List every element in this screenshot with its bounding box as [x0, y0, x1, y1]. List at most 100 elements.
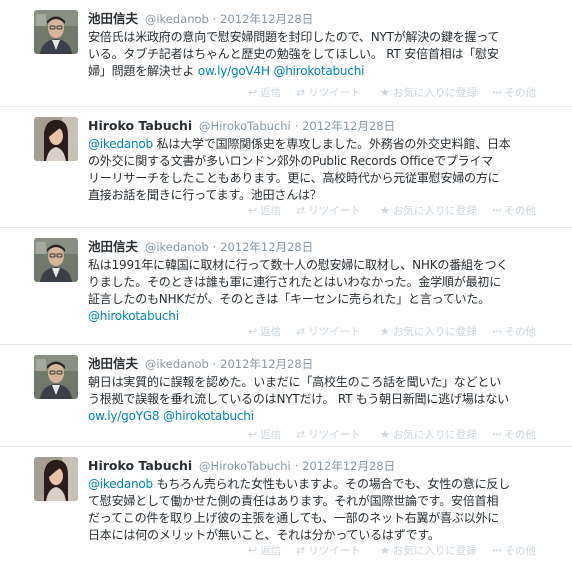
tweet[interactable]: 池田信夫 @ikedanob · 2012年12月28日 朝日は実質的に誤報を認… — [0, 345, 572, 447]
more-icon: ••• — [492, 327, 502, 336]
separator: · — [294, 119, 299, 133]
more-label: その他 — [504, 205, 536, 217]
more-label: その他 — [504, 87, 536, 99]
tweet-actions: ↩ 返信 ⇄ リツイート ★ お気に入りに登録 ••• その他 — [88, 85, 572, 101]
tweet-text-line: の外交に関する文書が多いロンドン郊外のPublic Records Office… — [88, 153, 560, 170]
retweet-button[interactable]: ⇄ リツイート — [296, 427, 361, 442]
tweet-text-segment: て慰安婦として働かせた側の責任はあります。それが国際世論です。安倍首相 — [88, 494, 499, 508]
user-fullname[interactable]: Hiroko Tabuchi — [88, 118, 192, 133]
avatar[interactable] — [34, 457, 78, 501]
user-handle[interactable]: @ikedanob — [145, 12, 209, 26]
reply-button[interactable]: ↩ 返信 — [248, 85, 281, 100]
tweet-text-line: て慰安婦として働かせた側の責任はあります。それが国際世論です。安倍首相 — [88, 493, 560, 510]
favorite-button[interactable]: ★ お気に入りに登録 — [380, 203, 477, 218]
mention-link[interactable]: @hirokotabuchi — [163, 409, 254, 423]
favorite-label: お気に入りに登録 — [392, 205, 477, 217]
url-link[interactable]: ow.ly/goV4H — [198, 64, 270, 78]
tweet-text: 安倍氏は米政府の意向で慰安婦問題を封印したので、NYTが解決の鍵を握って いる。タ… — [88, 29, 560, 80]
tweet-timestamp[interactable]: 2012年12月28日 — [220, 12, 313, 26]
avatar[interactable] — [34, 355, 78, 399]
reply-button[interactable]: ↩ 返信 — [248, 324, 281, 339]
tweet[interactable]: Hiroko Tabuchi @HirokoTabuchi · 2012年12月… — [0, 447, 572, 565]
user-handle[interactable]: @ikedanob — [145, 240, 209, 254]
user-handle[interactable]: @HirokoTabuchi — [199, 119, 291, 133]
tweet[interactable]: Hiroko Tabuchi @HirokoTabuchi · 2012年12月… — [0, 107, 572, 228]
tweet-text-line: う根拠で誤報を垂れ流しているのはNYTだけ。 RT もう朝日新聞に逃げ場はない — [88, 391, 560, 408]
tweet-text-line: ow.ly/goYG8 @hirokotabuchi — [88, 408, 560, 425]
tweet-header: Hiroko Tabuchi @HirokoTabuchi · 2012年12月… — [88, 117, 560, 135]
tweet-text: 私は1991年に韓国に取材に行って数十人の慰安婦に取材し、NHKの番組をつくりま… — [88, 257, 560, 325]
tweet-text-segment: う根拠で誤報を垂れ流しているのはNYTだけ。 RT もう朝日新聞に逃げ場はない — [88, 392, 509, 406]
tweet[interactable]: 池田信夫 @ikedanob · 2012年12月28日 私は1991年に韓国に… — [0, 228, 572, 345]
tweet-header: Hiroko Tabuchi @HirokoTabuchi · 2012年12月… — [88, 457, 560, 475]
reply-button[interactable]: ↩ 返信 — [248, 427, 281, 442]
favorite-button[interactable]: ★ お気に入りに登録 — [380, 324, 477, 339]
tweet-text-line: 日本には何のメリットが無いこと、それは分かっているはずです。 — [88, 527, 560, 544]
user-handle[interactable]: @HirokoTabuchi — [199, 459, 291, 473]
more-label: その他 — [504, 326, 536, 338]
tweet-header: 池田信夫 @ikedanob · 2012年12月28日 — [88, 238, 560, 256]
reply-label: 返信 — [260, 205, 282, 217]
retweet-button[interactable]: ⇄ リツイート — [296, 85, 361, 100]
reply-icon: ↩ — [248, 325, 258, 338]
retweet-icon: ⇄ — [296, 544, 306, 557]
retweet-icon: ⇄ — [296, 428, 306, 441]
tweet-text-line: いる。タブチ記者はちゃんと歴史の勉強をしてほしい。 RT 安倍首相は「慰安 — [88, 46, 560, 63]
retweet-button[interactable]: ⇄ リツイート — [296, 324, 361, 339]
tweet-text-line: りました。そのときは誰も軍に連行されたとはいわなかった。金学順が最初に — [88, 274, 560, 291]
tweet-text-line: 証言したのもNHKだが、そのときは「キーセンに売られた」と言っていた。 — [88, 291, 560, 308]
more-button[interactable]: ••• その他 — [492, 85, 536, 100]
star-icon: ★ — [380, 544, 390, 557]
favorite-label: お気に入りに登録 — [392, 87, 477, 99]
url-link[interactable]: ow.ly/goYG8 — [88, 409, 160, 423]
retweet-label: リツイート — [308, 429, 361, 441]
more-button[interactable]: ••• その他 — [492, 427, 536, 442]
avatar[interactable] — [34, 10, 78, 54]
retweet-icon: ⇄ — [296, 204, 306, 217]
tweet-text-segment: だってこの件を取り上げ彼の主張を通しても、一部のネット右翼が喜ぶ以外に — [88, 511, 500, 525]
reply-button[interactable]: ↩ 返信 — [248, 203, 281, 218]
tweet-text-segment: 婦」問題を解決せよ — [88, 64, 198, 78]
user-fullname[interactable]: 池田信夫 — [88, 356, 138, 371]
tweet-text-line: @hirokotabuchi — [88, 308, 560, 325]
more-icon: ••• — [492, 430, 502, 439]
more-button[interactable]: ••• その他 — [492, 324, 536, 339]
user-fullname[interactable]: 池田信夫 — [88, 239, 138, 254]
reply-icon: ↩ — [248, 428, 258, 441]
avatar[interactable] — [34, 117, 78, 161]
star-icon: ★ — [380, 204, 390, 217]
tweet-timestamp[interactable]: 2012年12月28日 — [220, 240, 313, 254]
tweet-timestamp[interactable]: 2012年12月28日 — [302, 459, 395, 473]
user-fullname[interactable]: 池田信夫 — [88, 11, 138, 26]
tweet-text-line: リーリサーチをしたこともあります。更に、高校時代から元従軍慰安婦の方に — [88, 170, 560, 187]
tweet-text: @ikedanob 私は大学で国際関係史を専攻しました。外務省の外交史料館、日本… — [88, 136, 560, 204]
more-button[interactable]: ••• その他 — [492, 543, 536, 558]
avatar[interactable] — [34, 238, 78, 282]
retweet-button[interactable]: ⇄ リツイート — [296, 203, 361, 218]
retweet-label: リツイート — [308, 545, 361, 557]
favorite-label: お気に入りに登録 — [392, 545, 477, 557]
tweet-timestamp[interactable]: 2012年12月28日 — [220, 357, 313, 371]
user-handle[interactable]: @ikedanob — [145, 357, 209, 371]
retweet-button[interactable]: ⇄ リツイート — [296, 543, 361, 558]
reply-icon: ↩ — [248, 544, 258, 557]
tweet-text-segment: 直接お話を聞きに行ってます。池田さんは？ — [88, 188, 322, 202]
tweet-text-segment: 私は1991年に韓国に取材に行って数十人の慰安婦に取材し、NHKの番組をつく — [88, 258, 509, 272]
tweet-text-line: だってこの件を取り上げ彼の主張を通しても、一部のネット右翼が喜ぶ以外に — [88, 510, 560, 527]
favorite-button[interactable]: ★ お気に入りに登録 — [380, 427, 477, 442]
tweet-timestamp[interactable]: 2012年12月28日 — [302, 119, 395, 133]
mention-link[interactable]: @ikedanob — [88, 477, 153, 491]
separator: · — [294, 459, 299, 473]
mention-link[interactable]: @hirokotabuchi — [88, 309, 179, 323]
reply-button[interactable]: ↩ 返信 — [248, 543, 281, 558]
tweet-actions: ↩ 返信 ⇄ リツイート ★ お気に入りに登録 ••• その他 — [88, 543, 572, 559]
more-button[interactable]: ••• その他 — [492, 203, 536, 218]
mention-link[interactable]: @hirokotabuchi — [273, 64, 364, 78]
tweet-text-line: 私は1991年に韓国に取材に行って数十人の慰安婦に取材し、NHKの番組をつく — [88, 257, 560, 274]
favorite-button[interactable]: ★ お気に入りに登録 — [380, 543, 477, 558]
mention-link[interactable]: @ikedanob — [88, 137, 153, 151]
favorite-button[interactable]: ★ お気に入りに登録 — [380, 85, 477, 100]
tweet[interactable]: 池田信夫 @ikedanob · 2012年12月28日 安倍氏は米政府の意向で… — [0, 0, 572, 107]
user-fullname[interactable]: Hiroko Tabuchi — [88, 458, 192, 473]
retweet-label: リツイート — [308, 87, 361, 99]
